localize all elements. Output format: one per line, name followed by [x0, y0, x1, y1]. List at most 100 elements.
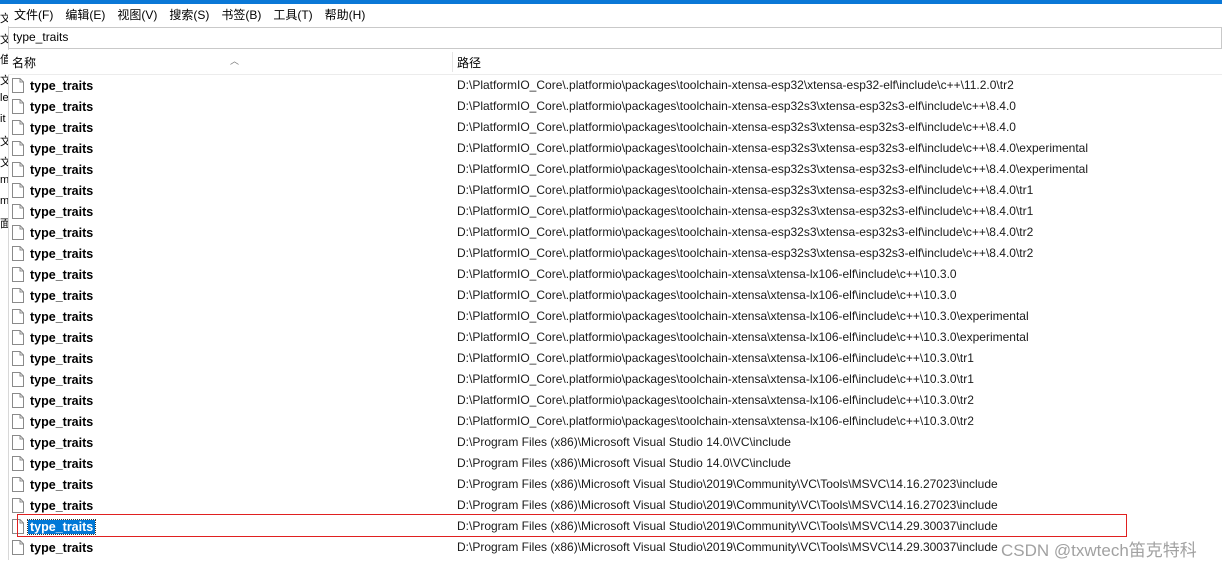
list-item[interactable]: type_traits D:\PlatformIO_Core\.platformi…: [8, 222, 1222, 243]
file-name: type_traits: [30, 435, 94, 450]
list-item[interactable]: type_traits D:\Program Files (x86)\Micros…: [8, 474, 1222, 495]
list-item[interactable]: type_traits D:\PlatformIO_Core\.platformi…: [8, 369, 1222, 390]
file-path: D:\PlatformIO_Core\.platformio\packages\…: [457, 330, 1029, 344]
file-icon: [12, 309, 24, 324]
file-name: type_traits: [30, 267, 94, 282]
file-name: type_traits: [30, 498, 94, 513]
file-name: type_traits: [30, 414, 94, 429]
menu-item-5[interactable]: 工具(T): [267, 4, 318, 26]
file-path: D:\Program Files (x86)\Microsoft Visual …: [457, 498, 998, 512]
list-item[interactable]: type_traits D:\PlatformIO_Core\.platformi…: [8, 96, 1222, 117]
column-header-path[interactable]: 路径: [457, 50, 1217, 74]
menu-item-1[interactable]: 编辑(E): [59, 4, 111, 26]
file-icon: [12, 183, 24, 198]
search-box[interactable]: [8, 27, 1222, 49]
list-item[interactable]: type_traits D:\PlatformIO_Core\.platformi…: [8, 201, 1222, 222]
column-header-name[interactable]: 名称 ︿: [12, 50, 450, 74]
list-item[interactable]: type_traits D:\PlatformIO_Core\.platformi…: [8, 390, 1222, 411]
menu-item-3[interactable]: 搜索(S): [163, 4, 215, 26]
file-path: D:\Program Files (x86)\Microsoft Visual …: [457, 519, 998, 533]
list-item[interactable]: type_traits D:\PlatformIO_Core\.platformi…: [8, 264, 1222, 285]
file-icon: [12, 78, 24, 93]
file-name: type_traits: [30, 162, 94, 177]
list-header: 名称 ︿ 路径: [8, 50, 1222, 75]
list-item[interactable]: type_traits D:\PlatformIO_Core\.platformi…: [8, 306, 1222, 327]
file-name-cell[interactable]: type_traits: [12, 495, 95, 516]
list-item[interactable]: type_traits D:\PlatformIO_Core\.platformi…: [8, 243, 1222, 264]
list-item[interactable]: type_traits D:\PlatformIO_Core\.platformi…: [8, 138, 1222, 159]
file-name: type_traits: [30, 246, 94, 261]
sort-ascending-icon: ︿: [230, 56, 240, 66]
file-name-cell[interactable]: type_traits: [12, 285, 95, 306]
file-icon: [12, 498, 24, 513]
menu-item-0[interactable]: 文件(F): [8, 4, 59, 26]
file-icon: [12, 435, 24, 450]
file-name-cell[interactable]: type_traits: [12, 75, 95, 96]
file-path: D:\PlatformIO_Core\.platformio\packages\…: [457, 78, 1014, 92]
file-name-cell[interactable]: type_traits: [12, 96, 95, 117]
file-name-cell[interactable]: type_traits: [12, 201, 95, 222]
list-item[interactable]: type_traits D:\Program Files (x86)\Micros…: [8, 495, 1222, 516]
file-icon: [12, 393, 24, 408]
file-icon: [12, 372, 24, 387]
file-name-cell[interactable]: type_traits: [12, 411, 95, 432]
file-path: D:\PlatformIO_Core\.platformio\packages\…: [457, 414, 974, 428]
file-name-cell[interactable]: type_traits: [12, 390, 95, 411]
file-name: type_traits: [30, 456, 94, 471]
list-item[interactable]: type_traits D:\PlatformIO_Core\.platformi…: [8, 411, 1222, 432]
file-icon: [12, 330, 24, 345]
file-name-cell[interactable]: type_traits: [12, 180, 95, 201]
file-name: type_traits: [30, 99, 94, 114]
file-icon: [12, 351, 24, 366]
file-path: D:\PlatformIO_Core\.platformio\packages\…: [457, 372, 974, 386]
menu-item-4[interactable]: 书签(B): [215, 4, 267, 26]
list-item[interactable]: type_traits D:\PlatformIO_Core\.platformi…: [8, 285, 1222, 306]
watermark: CSDN @txwtech笛克特科: [1001, 541, 1197, 560]
list-item[interactable]: type_traits D:\PlatformIO_Core\.platformi…: [8, 117, 1222, 138]
file-icon: [12, 519, 24, 534]
results-list: type_traits D:\PlatformIO_Core\.platformi…: [8, 75, 1222, 558]
file-path: D:\PlatformIO_Core\.platformio\packages\…: [457, 120, 1016, 134]
file-path: D:\PlatformIO_Core\.platformio\packages\…: [457, 162, 1089, 176]
file-path: D:\Program Files (x86)\Microsoft Visual …: [457, 456, 791, 470]
file-name-cell[interactable]: type_traits: [12, 474, 95, 495]
file-path: D:\PlatformIO_Core\.platformio\packages\…: [457, 351, 974, 365]
file-name-cell[interactable]: type_traits: [12, 138, 95, 159]
menu-item-2[interactable]: 视图(V): [111, 4, 163, 26]
file-icon: [12, 120, 24, 135]
file-name-cell[interactable]: type_traits: [12, 159, 95, 180]
search-input[interactable]: [9, 28, 1217, 46]
list-item[interactable]: type_traits D:\Program Files (x86)\Micros…: [8, 453, 1222, 474]
file-icon: [12, 456, 24, 471]
file-path: D:\PlatformIO_Core\.platformio\packages\…: [457, 309, 1029, 323]
file-name-cell[interactable]: type_traits: [12, 453, 95, 474]
list-item[interactable]: type_traits D:\Program Files (x86)\Micros…: [8, 432, 1222, 453]
file-name-cell[interactable]: type_traits: [12, 306, 95, 327]
file-name-cell[interactable]: type_traits: [12, 222, 95, 243]
file-name: type_traits: [30, 540, 94, 555]
file-name-cell[interactable]: type_traits: [12, 369, 95, 390]
file-name-cell[interactable]: type_traits: [12, 348, 95, 369]
menu-bar: 文件(F) 编辑(E) 视图(V) 搜索(S) 书签(B) 工具(T) 帮助(H): [8, 4, 1222, 26]
file-name-cell[interactable]: type_traits: [12, 516, 97, 537]
file-name-cell[interactable]: type_traits: [12, 264, 95, 285]
list-item[interactable]: type_traits D:\Program Files (x86)\Micros…: [8, 516, 1222, 537]
file-name: type_traits: [30, 309, 94, 324]
file-name: type_traits: [30, 372, 94, 387]
file-icon: [12, 162, 24, 177]
menu-item-6[interactable]: 帮助(H): [319, 4, 372, 26]
file-name-cell[interactable]: type_traits: [12, 537, 95, 558]
file-name: type_traits: [30, 204, 94, 219]
file-name-cell[interactable]: type_traits: [12, 432, 95, 453]
file-name-cell[interactable]: type_traits: [12, 117, 95, 138]
list-item[interactable]: type_traits D:\PlatformIO_Core\.platformi…: [8, 327, 1222, 348]
list-item[interactable]: type_traits D:\PlatformIO_Core\.platformi…: [8, 348, 1222, 369]
list-item[interactable]: type_traits D:\PlatformIO_Core\.platformi…: [8, 159, 1222, 180]
file-name-cell[interactable]: type_traits: [12, 327, 95, 348]
file-path: D:\PlatformIO_Core\.platformio\packages\…: [457, 288, 957, 302]
file-name-cell[interactable]: type_traits: [12, 243, 95, 264]
file-icon: [12, 141, 24, 156]
list-item[interactable]: type_traits D:\PlatformIO_Core\.platformi…: [8, 180, 1222, 201]
list-item[interactable]: type_traits D:\PlatformIO_Core\.platformi…: [8, 75, 1222, 96]
column-divider[interactable]: [452, 52, 453, 72]
